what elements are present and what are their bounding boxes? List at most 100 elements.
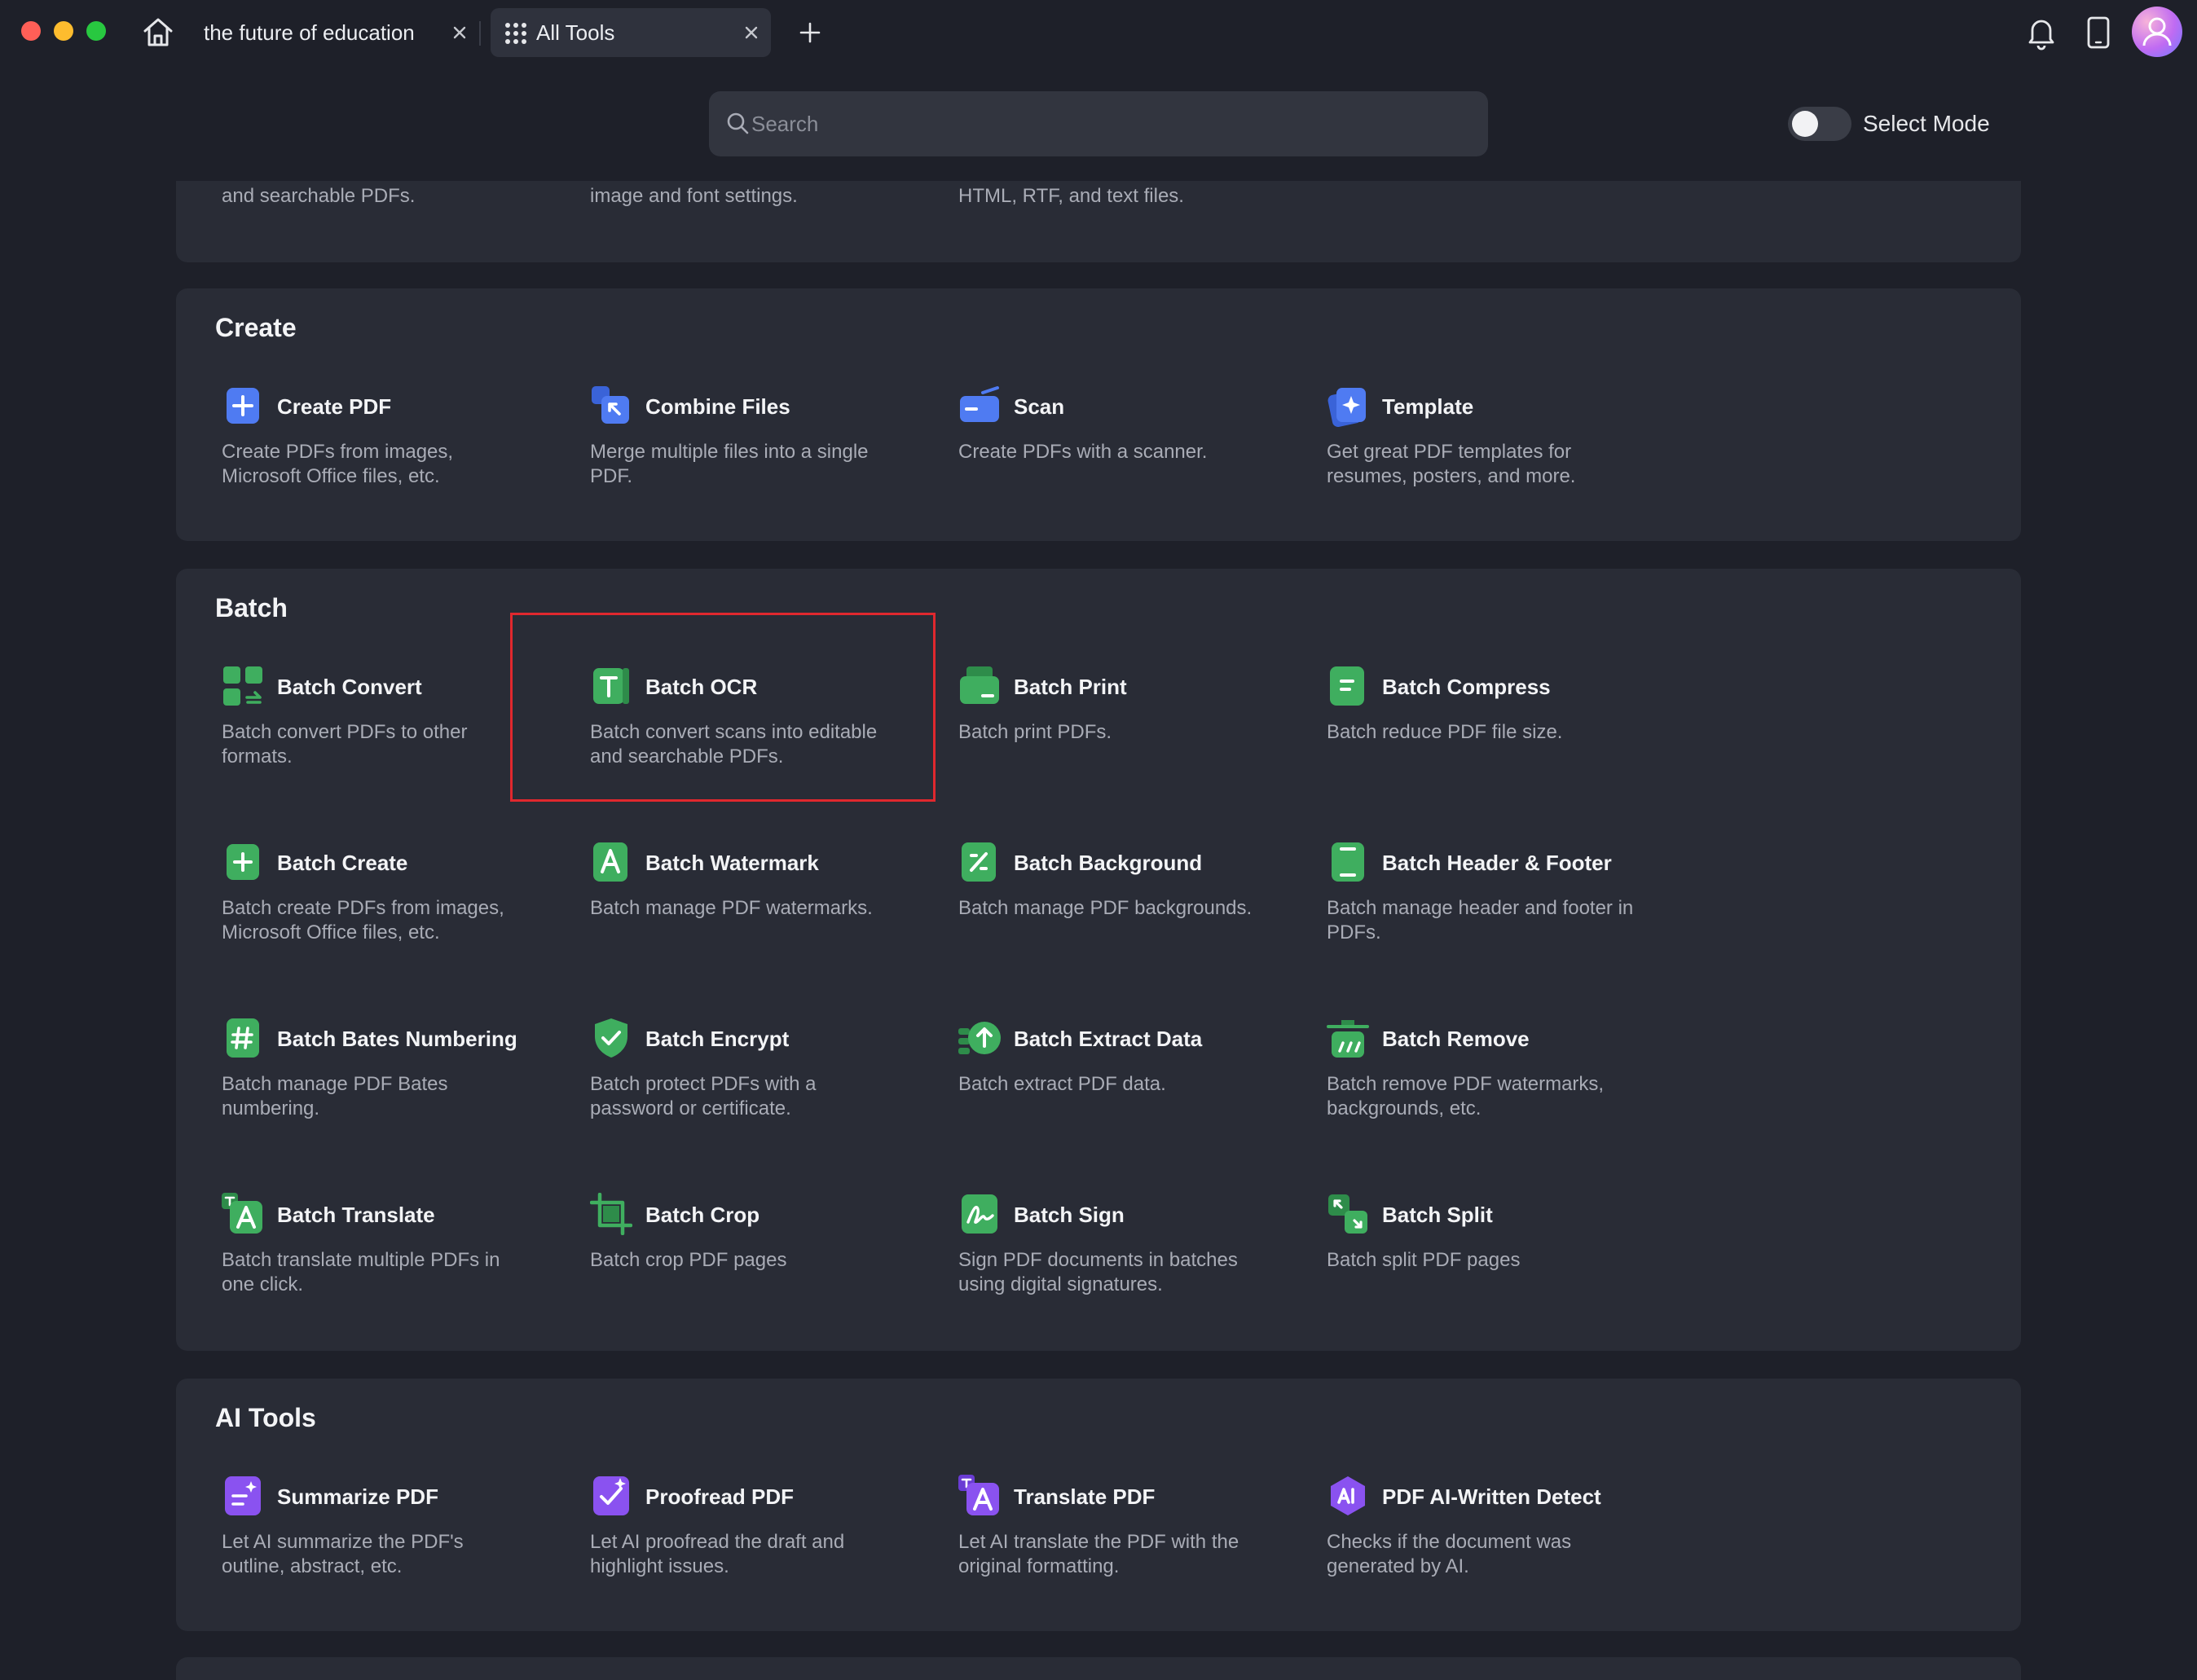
tool-proofread-pdf[interactable]: Proofread PDF Let AI proofread the draft… [590,1475,932,1621]
tool-batch-header-footer[interactable]: Batch Header & Footer Batch manage heade… [1327,841,1669,987]
tool-description: HTML, RTF, and text files. [958,185,1184,207]
tool-name: Batch Translate [277,1203,435,1227]
select-mode-toggle[interactable] [1788,107,1851,141]
batch-sign-icon [958,1193,1001,1235]
tool-description: Merge multiple files into a single PDF. [590,441,869,487]
tool-description: Get great PDF templates for resumes, pos… [1327,441,1576,487]
tool-batch-ocr[interactable]: Batch OCR Batch convert scans into edita… [590,665,932,811]
tablet-icon[interactable] [2086,15,2111,51]
tool-description: Batch manage PDF Bates numbering. [222,1073,448,1119]
next-section-panel [176,1657,2021,1680]
close-icon[interactable] [448,21,471,44]
batch-watermark-icon [590,841,632,883]
tab-label: All Tools [536,20,615,45]
tool-name: Batch Background [1014,851,1203,875]
tool-batch-sign[interactable]: Batch Sign Sign PDF documents in batches… [958,1193,1301,1339]
batch-ocr-icon [590,665,632,707]
tool-batch-convert[interactable]: Batch Convert Batch convert PDFs to othe… [222,665,564,811]
tool-combine-files[interactable]: Combine Files Merge multiple files into … [590,385,932,531]
tool-name: Batch Header & Footer [1382,851,1612,875]
batch-encrypt-icon [590,1017,632,1059]
close-window-button[interactable] [21,21,41,41]
tool-template[interactable]: Template Get great PDF templates for res… [1327,385,1669,531]
tool-description: Batch reduce PDF file size. [1327,721,1563,743]
tool-batch-bates-numbering[interactable]: Batch Bates Numbering Batch manage PDF B… [222,1017,564,1163]
tool-name: Template [1382,394,1474,419]
tool-name: Summarize PDF [277,1484,438,1509]
tool-description: Create PDFs from images, Microsoft Offic… [222,441,454,487]
batch-convert-icon [222,665,264,707]
tool-description: Let AI proofread the draft and highlight… [590,1531,845,1577]
tool-name: Batch Split [1382,1203,1493,1227]
tool-name: Batch Compress [1382,675,1551,699]
tool-create-pdf[interactable]: Create PDF Create PDFs from images, Micr… [222,385,564,531]
tool-name: Batch Watermark [645,851,819,875]
combine-files-icon [590,385,632,427]
section-batch: Batch Batch Convert Batch convert PDFs t… [176,569,2021,1351]
tool-batch-translate[interactable]: Batch Translate Batch translate multiple… [222,1193,564,1339]
tool-batch-encrypt[interactable]: Batch Encrypt Batch protect PDFs with a … [590,1017,932,1163]
tool-summarize-pdf[interactable]: Summarize PDF Let AI summarize the PDF's… [222,1475,564,1621]
section-ai-tools: AI Tools Summarize PDF Let AI summarize … [176,1379,2021,1631]
tool-description: Batch crop PDF pages [590,1249,787,1271]
tool-name: Batch Sign [1014,1203,1125,1227]
tool-batch-compress[interactable]: Batch Compress Batch reduce PDF file siz… [1327,665,1669,811]
tool-scan[interactable]: Scan Create PDFs with a scanner. [958,385,1301,531]
search-box[interactable] [709,91,1488,156]
tool-description: Batch extract PDF data. [958,1073,1166,1095]
tool-description: Batch split PDF pages [1327,1249,1521,1271]
tool-batch-watermark[interactable]: Batch Watermark Batch manage PDF waterma… [590,841,932,987]
tool-batch-background[interactable]: Batch Background Batch manage PDF backgr… [958,841,1301,987]
batch-header-footer-icon [1327,841,1369,883]
tool-name: Batch Encrypt [645,1027,790,1051]
minimize-window-button[interactable] [54,21,73,41]
tools-scroll-area[interactable]: and searchable PDFs. image and font sett… [0,181,2197,1680]
search-input[interactable] [751,91,1468,156]
tool-ai-written-detect[interactable]: PDF AI-Written Detect Checks if the docu… [1327,1475,1669,1621]
tool-translate-pdf[interactable]: Translate PDF Let AI translate the PDF w… [958,1475,1301,1621]
avatar[interactable] [2132,7,2182,57]
batch-remove-icon [1327,1017,1369,1059]
tool-description: Batch convert PDFs to other formats. [222,721,468,767]
tool-description: image and font settings. [590,185,798,207]
partial-section-panel: and searchable PDFs. image and font sett… [176,181,2021,262]
tool-name: Scan [1014,394,1065,419]
template-icon [1327,385,1369,427]
tool-name: Translate PDF [1014,1484,1156,1509]
tool-name: PDF AI-Written Detect [1382,1484,1601,1509]
summarize-pdf-icon [222,1475,264,1517]
close-icon[interactable] [740,21,763,44]
select-mode-label: Select Mode [1863,111,1990,136]
tool-description: Batch manage header and footer in PDFs. [1327,897,1634,943]
maximize-window-button[interactable] [86,21,106,41]
tool-batch-split[interactable]: Batch Split Batch split PDF pages [1327,1193,1669,1339]
tool-name: Batch OCR [645,675,758,699]
batch-compress-icon [1327,665,1369,707]
tool-name: Batch Crop [645,1203,760,1227]
tool-batch-remove[interactable]: Batch Remove Batch remove PDF watermarks… [1327,1017,1669,1163]
tool-name: Batch Extract Data [1014,1027,1203,1051]
bell-icon[interactable] [2024,15,2058,51]
section-title: Batch [215,593,288,622]
tab-label: the future of education [204,20,415,45]
batch-crop-icon [590,1193,632,1235]
tab-all-tools[interactable]: All Tools [491,8,771,57]
section-title: Create [215,313,297,342]
home-icon[interactable] [140,15,176,51]
tool-batch-crop[interactable]: Batch Crop Batch crop PDF pages [590,1193,932,1339]
batch-translate-icon [222,1193,264,1235]
tab-document[interactable]: the future of education [192,8,476,57]
plus-icon[interactable] [795,18,825,47]
tool-description: Batch protect PDFs with a password or ce… [590,1073,817,1119]
tool-description: Let AI summarize the PDF's outline, abst… [222,1531,464,1577]
search-icon [725,111,751,137]
tool-description: Batch translate multiple PDFs in one cli… [222,1249,500,1295]
tool-batch-extract-data[interactable]: Batch Extract Data Batch extract PDF dat… [958,1017,1301,1163]
tool-description: Batch create PDFs from images, Microsoft… [222,897,504,943]
ai-written-detect-icon [1327,1475,1369,1517]
batch-extract-data-icon [958,1017,1001,1059]
tool-batch-print[interactable]: Batch Print Batch print PDFs. [958,665,1301,811]
tool-description: Create PDFs with a scanner. [958,441,1208,463]
tool-batch-create[interactable]: Batch Create Batch create PDFs from imag… [222,841,564,987]
tool-description: Checks if the document was generated by … [1327,1531,1572,1577]
